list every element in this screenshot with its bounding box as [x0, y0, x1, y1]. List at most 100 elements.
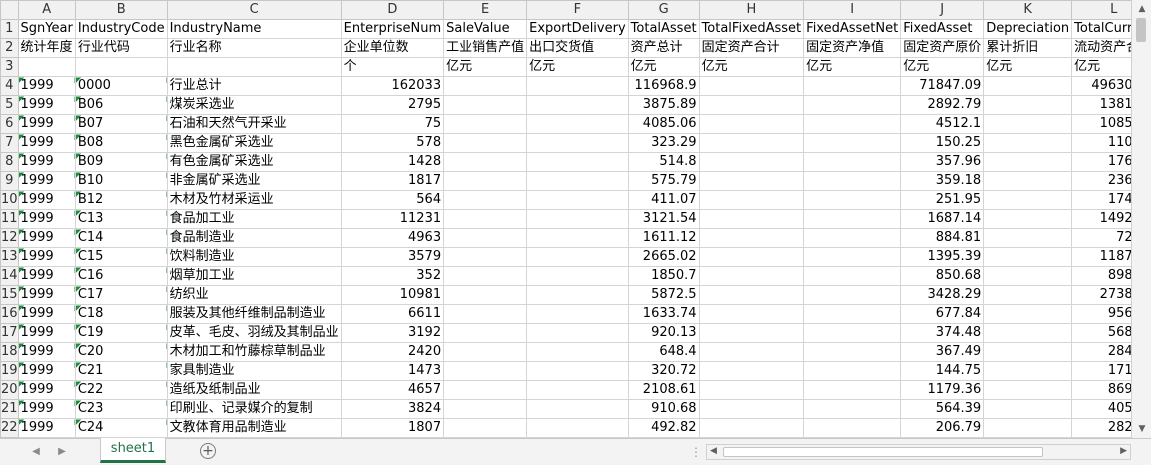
cell[interactable]: [698, 304, 805, 324]
header-cell[interactable]: 统计年度: [17, 38, 76, 58]
scroll-down-arrow-icon[interactable]: ▼: [1134, 422, 1150, 436]
cell[interactable]: [983, 323, 1073, 343]
cell[interactable]: 1999: [17, 380, 76, 400]
cell[interactable]: 10981: [340, 285, 445, 305]
cell[interactable]: [698, 114, 805, 134]
cell[interactable]: [698, 323, 805, 343]
cell[interactable]: [803, 152, 902, 172]
header-cell[interactable]: 企业单位数: [340, 38, 445, 58]
cell[interactable]: 150.25: [900, 133, 985, 153]
cell[interactable]: [698, 171, 805, 191]
cell[interactable]: [983, 399, 1073, 419]
cell[interactable]: [526, 418, 629, 438]
cell[interactable]: [526, 304, 629, 324]
cell[interactable]: 5872.5: [627, 285, 700, 305]
cell[interactable]: 206.79: [900, 418, 985, 438]
cell[interactable]: 3875.89: [627, 95, 700, 115]
cell[interactable]: 1999: [17, 342, 76, 362]
cell[interactable]: 75: [340, 114, 445, 134]
cell[interactable]: 171.31: [1071, 361, 1131, 381]
header-cell[interactable]: 亿元: [526, 57, 629, 77]
column-header-A[interactable]: A: [17, 0, 76, 20]
cell[interactable]: [526, 190, 629, 210]
cell[interactable]: [526, 342, 629, 362]
cell[interactable]: [526, 266, 629, 286]
cell[interactable]: [983, 209, 1073, 229]
cell[interactable]: [698, 342, 805, 362]
cell[interactable]: [443, 133, 528, 153]
cell[interactable]: 行业总计: [166, 76, 342, 96]
cell[interactable]: 造纸及纸制品业: [166, 380, 342, 400]
cell[interactable]: [698, 418, 805, 438]
cell[interactable]: C16: [74, 266, 168, 286]
cell[interactable]: [443, 247, 528, 267]
cell[interactable]: [698, 209, 805, 229]
cell[interactable]: [983, 76, 1073, 96]
cell[interactable]: 2795: [340, 95, 445, 115]
row-header[interactable]: 10: [0, 190, 19, 210]
row-header[interactable]: 3: [0, 57, 19, 77]
horizontal-scrollbar[interactable]: ◀ ▶: [706, 444, 1131, 460]
cell[interactable]: [698, 228, 805, 248]
cell[interactable]: [526, 380, 629, 400]
row-header[interactable]: 1: [0, 19, 19, 39]
cell[interactable]: 251.95: [900, 190, 985, 210]
header-cell[interactable]: [166, 57, 342, 77]
cell[interactable]: [803, 209, 902, 229]
header-cell[interactable]: SaleValue: [443, 19, 528, 39]
row-header[interactable]: 19: [0, 361, 19, 381]
header-cell[interactable]: EnterpriseNum: [340, 19, 445, 39]
cell[interactable]: 4085.06: [627, 114, 700, 134]
cell[interactable]: [443, 304, 528, 324]
scroll-up-arrow-icon[interactable]: ▲: [1134, 2, 1150, 16]
cell[interactable]: 1999: [17, 418, 76, 438]
cell[interactable]: 110.08: [1071, 133, 1131, 153]
cell[interactable]: 1633.74: [627, 304, 700, 324]
cell[interactable]: 1179.36: [900, 380, 985, 400]
cell[interactable]: [698, 380, 805, 400]
cell[interactable]: B10: [74, 171, 168, 191]
cell[interactable]: 1687.14: [900, 209, 985, 229]
header-cell[interactable]: 亿元: [698, 57, 805, 77]
header-cell[interactable]: Depreciation: [983, 19, 1073, 39]
cell[interactable]: [983, 342, 1073, 362]
row-header[interactable]: 21: [0, 399, 19, 419]
cell[interactable]: 木材加工和竹藤棕草制品业: [166, 342, 342, 362]
cell[interactable]: 1999: [17, 399, 76, 419]
cell[interactable]: [983, 95, 1073, 115]
cell[interactable]: [526, 361, 629, 381]
cell[interactable]: [983, 361, 1073, 381]
header-cell[interactable]: 行业代码: [74, 38, 168, 58]
row-header[interactable]: 11: [0, 209, 19, 229]
cell[interactable]: 烟草加工业: [166, 266, 342, 286]
cell[interactable]: [698, 266, 805, 286]
worksheet-table[interactable]: ABCDEFGHIJKLMNOP 1SgnYearIndustryCodeInd…: [0, 0, 1131, 438]
header-cell[interactable]: 流动资产合计: [1071, 38, 1131, 58]
cell[interactable]: 116968.9: [627, 76, 700, 96]
cell[interactable]: [803, 76, 902, 96]
cell[interactable]: 1492.05: [1071, 209, 1131, 229]
cell[interactable]: [698, 76, 805, 96]
header-cell[interactable]: 亿元: [443, 57, 528, 77]
cell[interactable]: 920.13: [627, 323, 700, 343]
cell[interactable]: [803, 342, 902, 362]
cell[interactable]: [983, 418, 1073, 438]
cell[interactable]: C20: [74, 342, 168, 362]
scroll-right-arrow-icon[interactable]: ▶: [1120, 446, 1127, 456]
cell[interactable]: 2738.74: [1071, 285, 1131, 305]
header-cell[interactable]: [17, 57, 76, 77]
cell[interactable]: [526, 171, 629, 191]
cell[interactable]: 1611.12: [627, 228, 700, 248]
cell[interactable]: 黑色金属矿采选业: [166, 133, 342, 153]
cell[interactable]: 575.79: [627, 171, 700, 191]
cell[interactable]: 1187.68: [1071, 247, 1131, 267]
cell[interactable]: [698, 95, 805, 115]
cell[interactable]: 皮革、毛皮、羽绒及其制品业: [166, 323, 342, 343]
cell[interactable]: B08: [74, 133, 168, 153]
cell[interactable]: 898.24: [1071, 266, 1131, 286]
cell[interactable]: [443, 323, 528, 343]
header-cell[interactable]: FixedAsset: [900, 19, 985, 39]
header-cell[interactable]: TotalCurrent: [1071, 19, 1131, 39]
cell[interactable]: 煤炭采选业: [166, 95, 342, 115]
cell[interactable]: C23: [74, 399, 168, 419]
